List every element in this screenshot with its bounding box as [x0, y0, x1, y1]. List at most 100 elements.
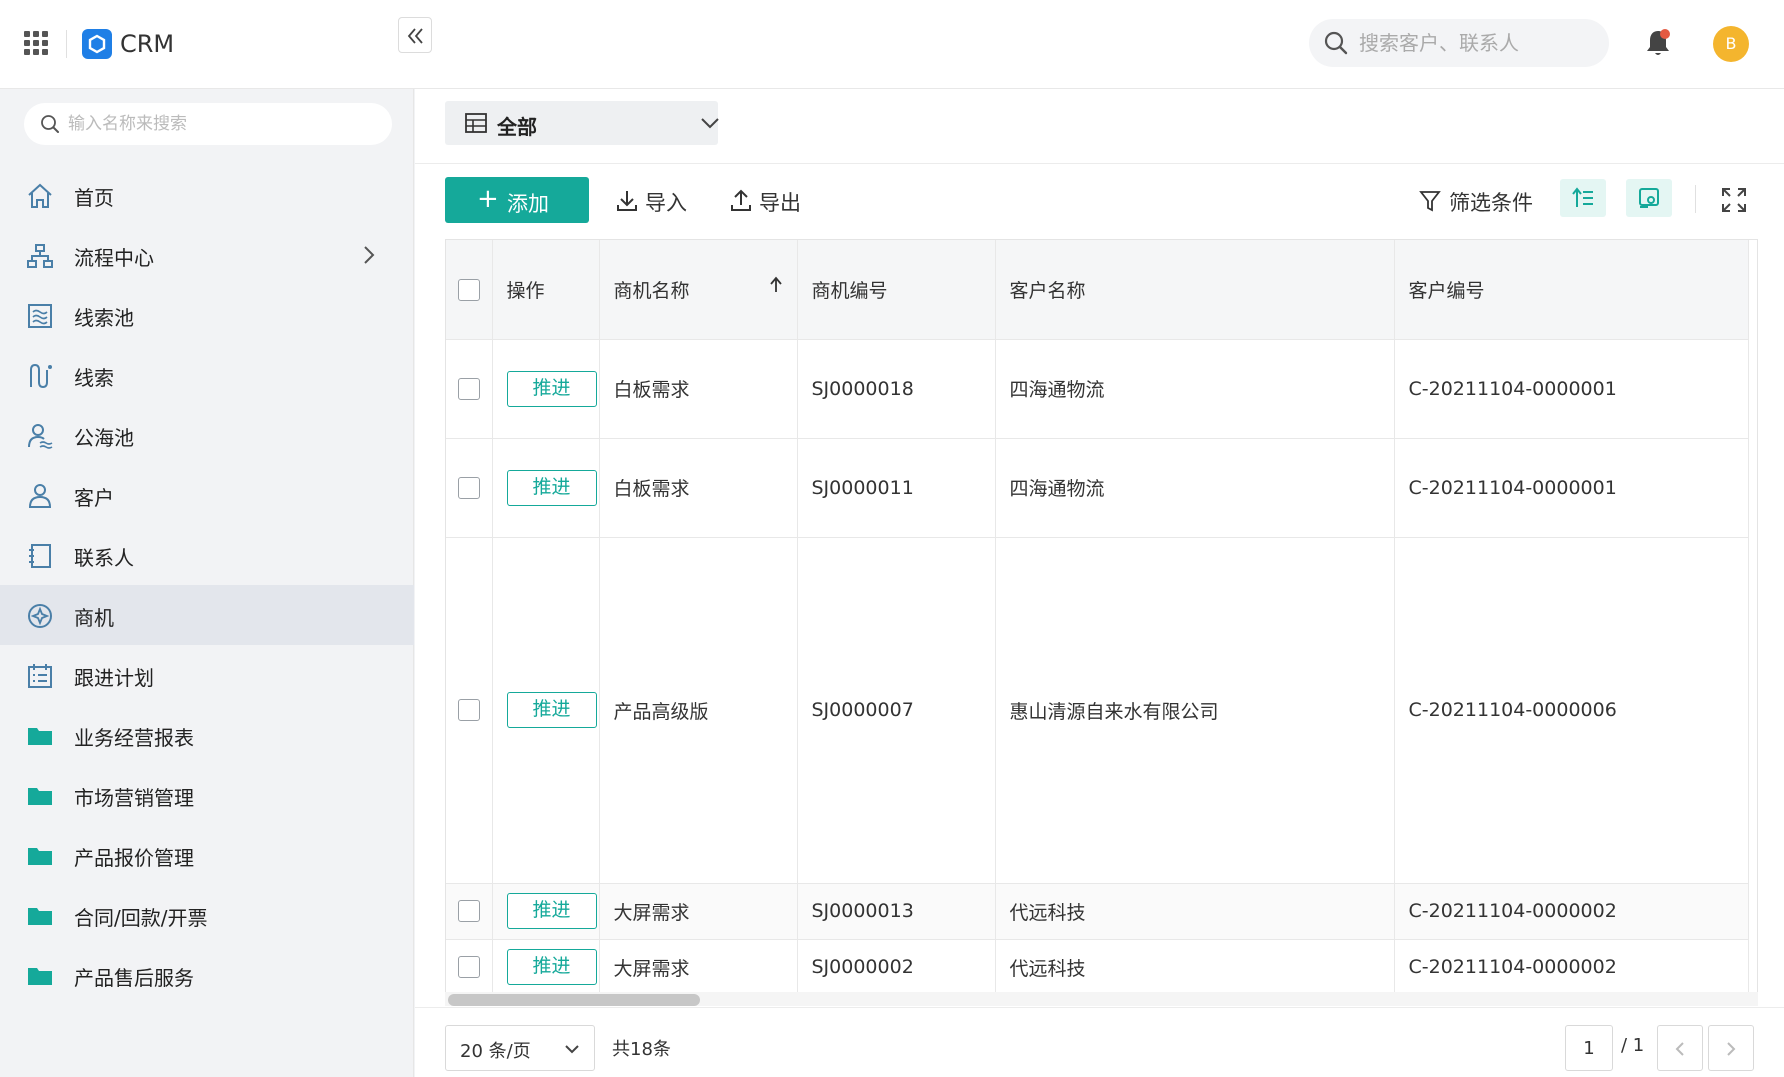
export-button[interactable]: 导出 — [729, 185, 809, 217]
contacts-icon — [29, 544, 51, 568]
filter-button[interactable]: 筛选条件 — [1419, 185, 1539, 217]
total-pages: / 1 — [1621, 1035, 1645, 1056]
select-all-cell — [446, 240, 493, 340]
folder-icon — [28, 788, 52, 805]
brand-title: CRM — [120, 30, 175, 58]
sidebar: 首页 流程中心 线索池 线索 公海池 客户 联系人 商机 — [0, 89, 414, 1077]
row-select-cell — [446, 438, 493, 538]
column-header-opportunity-name[interactable]: 商机名称 — [599, 240, 798, 340]
sidebar-nav: 首页 流程中心 线索池 线索 公海池 客户 联系人 商机 跟进计划 业务经营报表… — [0, 165, 414, 1005]
app-grid-icon[interactable] — [24, 31, 48, 55]
view-settings-button[interactable] — [1626, 179, 1672, 217]
add-button-label: 添加 — [507, 192, 549, 216]
sidebar-item-quotation[interactable]: 产品报价管理 — [0, 825, 414, 885]
fullscreen-icon[interactable] — [1719, 185, 1749, 215]
row-select-cell — [446, 939, 493, 996]
customer-code-cell: C-20211104-0000006 — [1394, 537, 1749, 884]
opportunity-name-cell[interactable]: 产品高级版 — [599, 537, 798, 884]
table-row[interactable]: 推进 白板需求 SJ0000018 四海通物流 C-20211104-00000… — [446, 339, 1749, 439]
table-row[interactable]: 推进 大屏需求 SJ0000013 代远科技 C-20211104-000000… — [446, 883, 1749, 940]
import-button[interactable]: 导入 — [615, 185, 695, 217]
opportunity-name-cell[interactable]: 白板需求 — [599, 339, 798, 439]
view-label: 全部 — [497, 115, 537, 139]
crm-logo-icon — [82, 29, 112, 59]
add-button[interactable]: + 添加 — [445, 177, 589, 223]
action-cell: 推进 — [492, 438, 600, 538]
sidebar-item-follow-plan[interactable]: 跟进计划 — [0, 645, 414, 705]
table-row[interactable]: 推进 产品高级版 SJ0000007 惠山清源自来水有限公司 C-2021110… — [446, 537, 1749, 884]
next-page-button[interactable] — [1708, 1025, 1754, 1071]
row-checkbox[interactable] — [457, 476, 480, 499]
sort-up-arrow-icon[interactable] — [769, 276, 783, 294]
org-chart-icon — [27, 244, 53, 268]
sidebar-item-contract[interactable]: 合同/回款/开票 — [0, 885, 414, 945]
sidebar-item-marketing[interactable]: 市场营销管理 — [0, 765, 414, 825]
previous-page-button[interactable] — [1657, 1025, 1703, 1071]
upload-icon — [731, 189, 751, 211]
page-number-input[interactable] — [1565, 1025, 1613, 1071]
advance-button[interactable]: 推进 — [506, 949, 597, 985]
sort-order-button[interactable] — [1560, 179, 1606, 217]
folder-icon — [28, 728, 52, 745]
collapse-sidebar-button[interactable] — [398, 17, 432, 53]
table-row[interactable]: 推进 大屏需求 SJ0000002 代远科技 C-20211104-000000… — [446, 939, 1749, 996]
opportunity-name-cell[interactable]: 白板需求 — [599, 438, 798, 538]
opportunity-table: 操作 商机名称 商机编号 客户名称 客户编号 推进 白板需求 SJ0000018… — [445, 239, 1758, 1002]
filter-icon — [1419, 191, 1441, 212]
column-header-opportunity-code[interactable]: 商机编号 — [797, 240, 996, 340]
advance-button[interactable]: 推进 — [506, 692, 597, 728]
sidebar-item-public-pool[interactable]: 公海池 — [0, 405, 414, 465]
sidebar-search[interactable] — [24, 103, 392, 145]
column-header-customer-name[interactable]: 客户名称 — [995, 240, 1395, 340]
chevron-down-icon — [565, 1045, 579, 1054]
row-checkbox[interactable] — [457, 699, 480, 722]
export-label: 导出 — [759, 191, 801, 215]
sidebar-item-leads[interactable]: 线索 — [0, 345, 414, 405]
import-label: 导入 — [645, 191, 687, 215]
folder-icon — [28, 968, 52, 985]
sidebar-search-input[interactable] — [68, 110, 368, 138]
column-header-action: 操作 — [492, 240, 600, 340]
top-bar: CRM B — [0, 0, 1784, 89]
select-all-checkbox[interactable] — [457, 278, 480, 301]
user-avatar[interactable]: B — [1713, 26, 1749, 62]
chevron-right-icon — [364, 246, 375, 264]
sidebar-item-label: 首页 — [74, 186, 114, 210]
column-header-customer-code[interactable]: 客户编号 — [1394, 240, 1749, 340]
sidebar-item-customer[interactable]: 客户 — [0, 465, 414, 525]
view-selector[interactable]: 全部 — [445, 101, 719, 145]
sidebar-item-label: 商机 — [74, 606, 114, 630]
row-select-cell — [446, 537, 493, 884]
divider — [415, 1007, 1784, 1008]
customer-icon — [28, 484, 52, 508]
home-icon — [28, 183, 52, 208]
sidebar-item-label: 市场营销管理 — [74, 786, 194, 810]
row-checkbox[interactable] — [457, 956, 480, 979]
advance-button[interactable]: 推进 — [506, 469, 597, 506]
table-icon — [465, 113, 487, 133]
sidebar-item-process-center[interactable]: 流程中心 — [0, 225, 414, 285]
sidebar-item-contacts[interactable]: 联系人 — [0, 525, 414, 585]
row-checkbox[interactable] — [457, 377, 480, 400]
row-checkbox[interactable] — [457, 900, 480, 923]
global-search-input[interactable] — [1359, 28, 1589, 58]
global-search[interactable] — [1309, 19, 1609, 67]
advance-button[interactable]: 推进 — [506, 370, 597, 407]
opportunity-code-cell: SJ0000011 — [797, 438, 996, 538]
table-row[interactable]: 推进 白板需求 SJ0000011 四海通物流 C-20211104-00000… — [446, 438, 1749, 538]
horizontal-scrollbar[interactable] — [448, 994, 700, 1006]
sidebar-item-home[interactable]: 首页 — [0, 165, 414, 225]
customer-code-cell: C-20211104-0000001 — [1394, 339, 1749, 439]
sort-ascending-icon — [1572, 187, 1593, 207]
page-size-select[interactable]: 20 条/页 — [445, 1025, 595, 1071]
sidebar-item-leads-pool[interactable]: 线索池 — [0, 285, 414, 345]
sidebar-item-after-sales[interactable]: 产品售后服务 — [0, 945, 414, 1005]
table-header-row: 操作 商机名称 商机编号 客户名称 客户编号 — [446, 240, 1749, 340]
download-icon — [617, 191, 637, 211]
opportunity-name-cell[interactable]: 大屏需求 — [599, 883, 798, 940]
opportunity-name-cell[interactable]: 大屏需求 — [599, 939, 798, 996]
chevron-right-icon — [1727, 1042, 1736, 1056]
sidebar-item-opportunity[interactable]: 商机 — [0, 585, 414, 645]
sidebar-item-business-report[interactable]: 业务经营报表 — [0, 705, 414, 765]
advance-button[interactable]: 推进 — [506, 893, 597, 929]
